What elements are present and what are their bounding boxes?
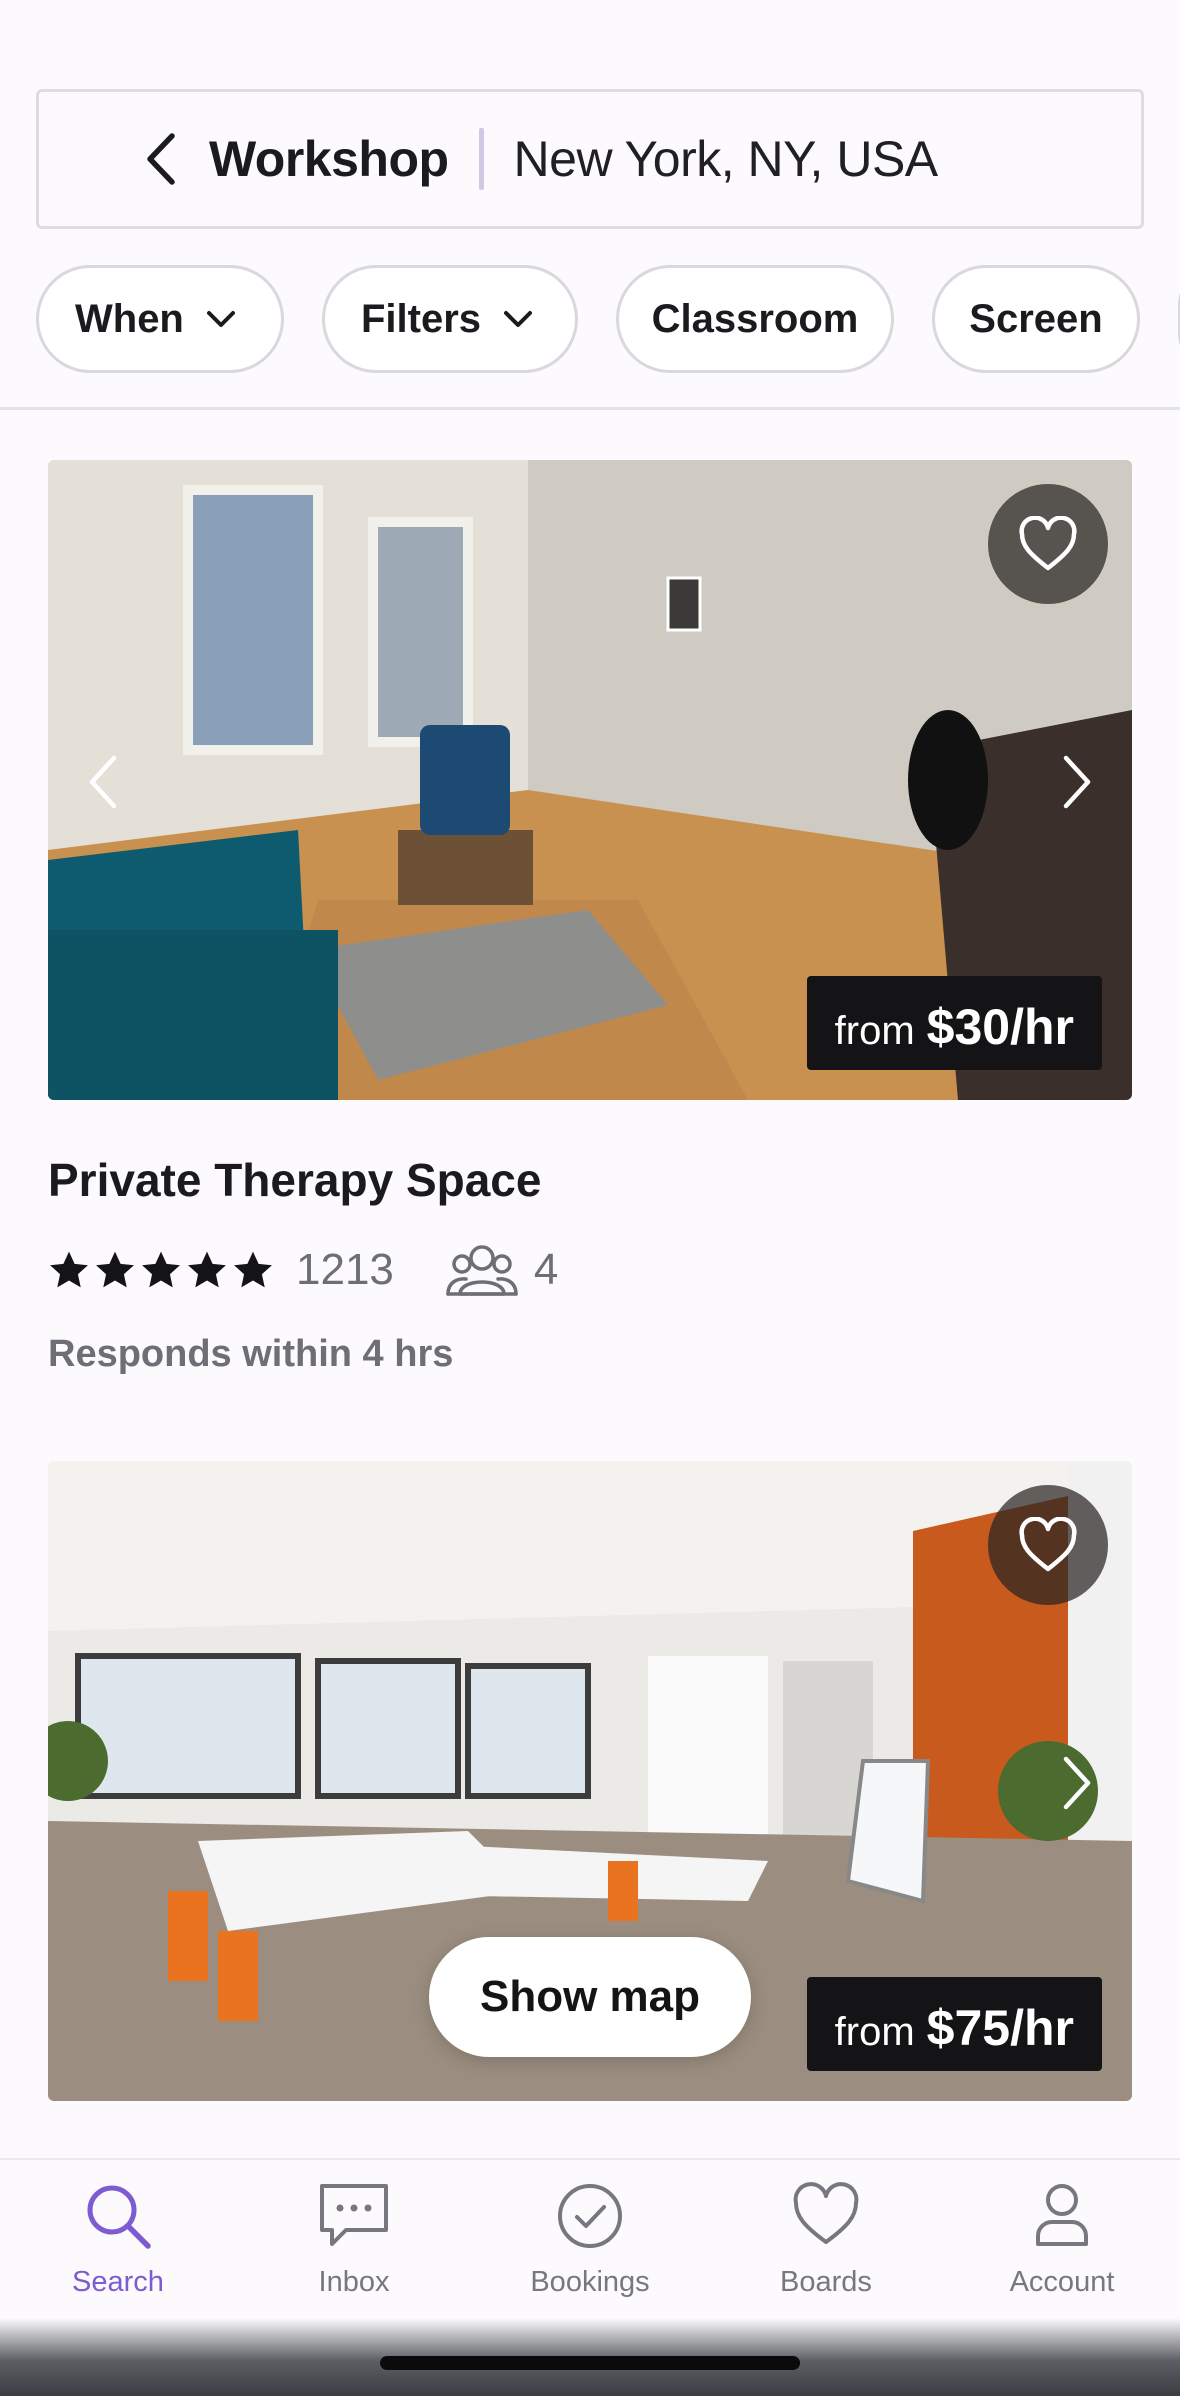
- heart-icon: [1019, 516, 1077, 571]
- heart-icon: [1019, 1517, 1077, 1572]
- search-divider: [478, 128, 484, 190]
- chip-filters[interactable]: Filters: [322, 265, 578, 373]
- price-tag: from $30/hr: [806, 976, 1102, 1070]
- photo-next-button[interactable]: [1042, 1741, 1112, 1825]
- chevron-down-icon: [504, 311, 533, 327]
- nav-inbox[interactable]: Inbox: [236, 2160, 472, 2318]
- nav-label: Search: [72, 2266, 164, 2298]
- chevron-down-icon: [206, 311, 235, 327]
- bottom-nav: Search Inbox Bookings Boards Account: [0, 2158, 1180, 2318]
- nav-bookings[interactable]: Bookings: [472, 2160, 708, 2318]
- home-indicator[interactable]: [380, 2356, 800, 2370]
- listing-title[interactable]: Private Therapy Space: [48, 1153, 541, 1207]
- check-circle-icon: [558, 2184, 622, 2248]
- chat-icon: [320, 2184, 388, 2246]
- chip-label: Classroom: [651, 296, 859, 341]
- back-button[interactable]: [123, 120, 201, 198]
- listing-photo[interactable]: from $30/hr: [48, 460, 1132, 1100]
- nav-label: Boards: [780, 2266, 872, 2298]
- header-divider: [0, 407, 1180, 410]
- price-amount: $75/hr: [926, 2000, 1074, 2056]
- chip-when[interactable]: When: [36, 265, 284, 373]
- nav-boards[interactable]: Boards: [708, 2160, 944, 2318]
- star-icon: [188, 1251, 226, 1288]
- show-map-button[interactable]: Show map: [429, 1937, 751, 2057]
- chip-label: Screen: [969, 296, 1103, 341]
- star-icon: [142, 1251, 180, 1288]
- nav-label: Inbox: [318, 2266, 390, 2298]
- heart-icon: [793, 2182, 859, 2244]
- price-prefix: from: [834, 2010, 915, 2054]
- favorite-button[interactable]: [988, 484, 1108, 604]
- response-time: Responds within 4 hrs: [48, 1333, 454, 1375]
- person-icon: [1036, 2184, 1088, 2246]
- chevron-left-icon: [89, 755, 117, 809]
- star-icon: [234, 1251, 272, 1288]
- people-icon: [446, 1245, 518, 1296]
- filter-chips: When Filters Classroom Screen: [36, 265, 1180, 373]
- nav-account[interactable]: Account: [944, 2160, 1180, 2318]
- chip-classroom[interactable]: Classroom: [616, 265, 894, 373]
- chevron-right-icon: [1063, 755, 1091, 809]
- nav-search[interactable]: Search: [0, 2160, 236, 2318]
- nav-label: Bookings: [530, 2266, 650, 2298]
- favorite-button[interactable]: [988, 1485, 1108, 1605]
- star-icon: [96, 1251, 134, 1288]
- rating-stars: [48, 1249, 274, 1291]
- capacity-count: 4: [533, 1245, 559, 1294]
- review-count: 1213: [296, 1245, 394, 1294]
- price-prefix: from: [834, 1009, 915, 1053]
- search-icon: [87, 2185, 151, 2249]
- search-bar[interactable]: Workshop New York, NY, USA: [36, 89, 1144, 229]
- chevron-left-icon: [147, 133, 175, 185]
- nav-label: Account: [1009, 2266, 1115, 2298]
- photo-prev-button[interactable]: [68, 740, 138, 824]
- photo-next-button[interactable]: [1042, 740, 1112, 824]
- price-amount: $30/hr: [926, 999, 1074, 1055]
- star-icon: [50, 1251, 88, 1288]
- chip-screen[interactable]: Screen: [932, 265, 1140, 373]
- chip-label: When: [75, 296, 184, 341]
- listing-meta: 1213 4: [48, 1240, 558, 1300]
- chevron-right-icon: [1063, 1756, 1091, 1810]
- search-location[interactable]: New York, NY, USA: [514, 130, 939, 188]
- price-tag: from $75/hr: [806, 1977, 1102, 2071]
- chip-label: Filters: [361, 296, 482, 341]
- search-term[interactable]: Workshop: [209, 130, 449, 188]
